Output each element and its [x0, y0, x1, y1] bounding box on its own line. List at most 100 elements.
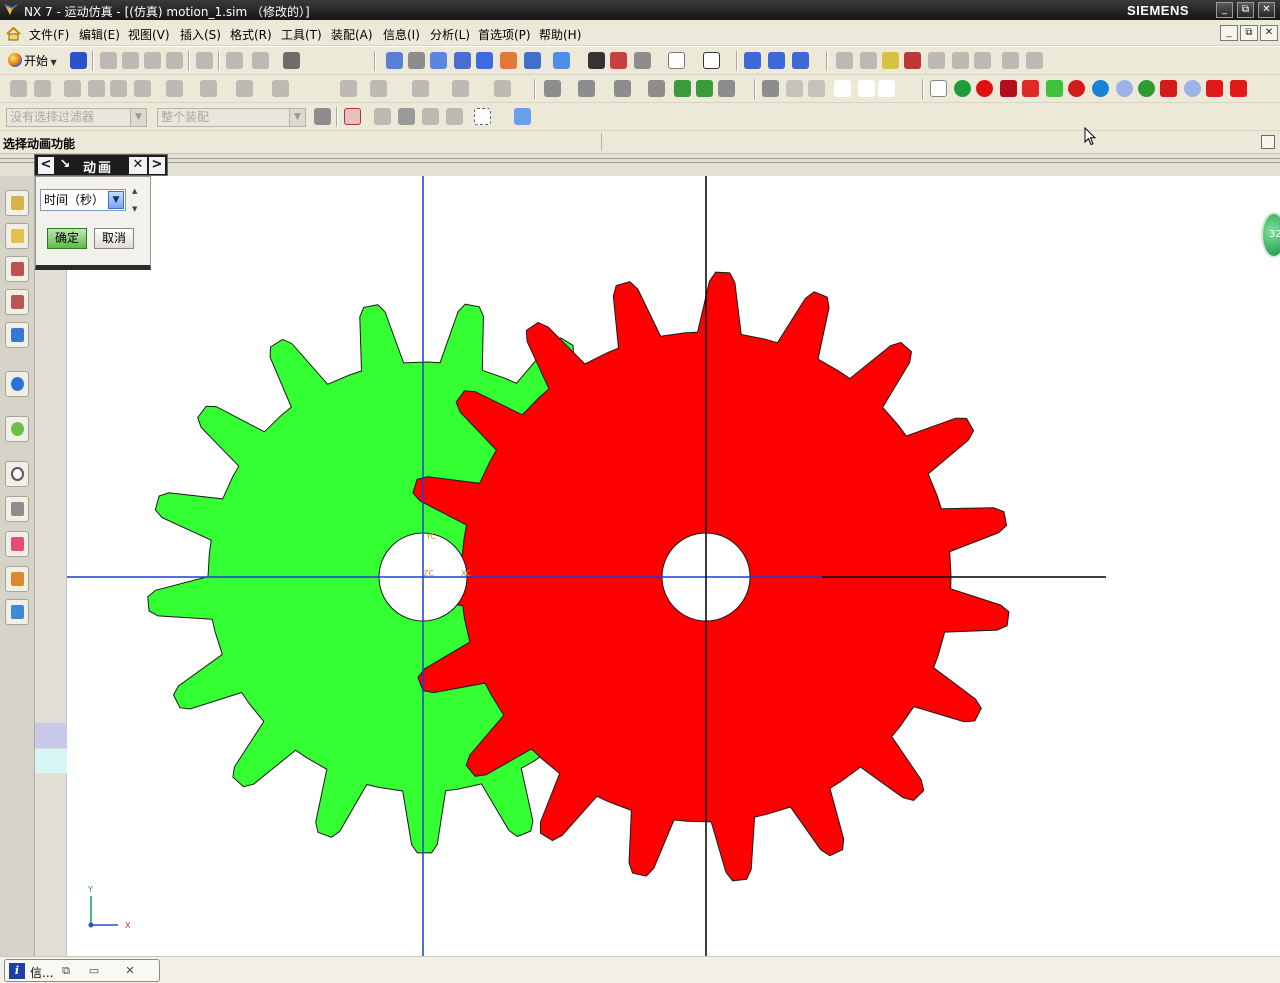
quadrant-point-icon[interactable] [974, 52, 991, 69]
paste-icon[interactable] [144, 52, 161, 69]
menu-edit[interactable]: 编辑(E) [79, 26, 120, 43]
resbar-assembly-navigator[interactable] [5, 223, 29, 249]
select-curve-icon[interactable] [422, 108, 439, 125]
resbar-manufacturing-wizard[interactable] [5, 531, 29, 557]
step-back-icon[interactable] [674, 80, 691, 97]
cone-gear-icon[interactable] [1160, 80, 1177, 97]
solve-icon[interactable] [578, 80, 595, 97]
mid-point-icon[interactable] [882, 52, 899, 69]
driver-icon[interactable] [412, 80, 429, 97]
menu-information[interactable]: 信息(I) [383, 26, 420, 43]
dialog-close-icon[interactable]: ✕ [129, 157, 147, 174]
rack-icon[interactable] [1046, 80, 1063, 97]
menu-format[interactable]: 格式(R) [230, 26, 272, 43]
dialog-back-icon[interactable]: < [38, 157, 54, 174]
joint-icon[interactable] [110, 80, 127, 97]
coupler-icon[interactable] [134, 80, 151, 97]
menu-analysis[interactable]: 分析(L) [430, 26, 470, 43]
cancel-button[interactable]: 取消 [94, 228, 134, 249]
resbar-web-browser[interactable] [5, 371, 29, 397]
connector-icon[interactable] [166, 80, 183, 97]
loop-icon[interactable] [718, 80, 735, 97]
marker-icon[interactable] [236, 80, 253, 97]
wcs-orient-icon[interactable] [792, 52, 809, 69]
scroll-down-icon[interactable]: ▼ [132, 205, 137, 213]
dialog-forward-icon[interactable]: > [149, 157, 165, 174]
resbar-constraint-navigator[interactable] [5, 256, 29, 282]
menu-help[interactable]: 帮助(H) [539, 26, 581, 43]
menu-assembly[interactable]: 装配(A) [331, 26, 373, 43]
save-icon[interactable] [70, 52, 87, 69]
wcs-origin-icon[interactable] [744, 52, 761, 69]
floating-badge[interactable]: 32 [1261, 212, 1280, 258]
menu-file[interactable]: 文件(F) [29, 26, 69, 43]
scroll-up-icon[interactable]: ▲ [132, 187, 137, 195]
contact-icon[interactable] [340, 80, 357, 97]
fast-forward-icon[interactable] [878, 80, 895, 97]
home-icon[interactable] [5, 25, 22, 42]
snap-mode-icon[interactable] [344, 108, 361, 125]
measure-angle-icon[interactable] [1026, 52, 1043, 69]
zoom-icon[interactable] [430, 52, 447, 69]
select-body-icon[interactable] [398, 108, 415, 125]
delete-icon[interactable] [166, 52, 183, 69]
zoom-in-out-icon[interactable] [454, 52, 471, 69]
play-icon[interactable] [834, 80, 851, 97]
outline-gear-icon[interactable] [1184, 80, 1201, 97]
end-point-icon[interactable] [860, 52, 877, 69]
step-forward-icon[interactable] [696, 80, 713, 97]
ring-icon[interactable] [1068, 80, 1085, 97]
doc-minimize-button[interactable]: _ [1220, 25, 1238, 41]
menu-view[interactable]: 视图(V) [128, 26, 170, 43]
animation-mode-select[interactable]: 时间（秒） ▼ [40, 189, 126, 211]
resbar-roles[interactable] [5, 566, 29, 592]
control-point-icon[interactable] [904, 52, 921, 69]
fit-view-icon[interactable] [386, 52, 403, 69]
cam-icon[interactable] [1022, 80, 1039, 97]
repeat-command-icon[interactable] [226, 52, 243, 69]
rectangle-select-icon[interactable] [474, 108, 491, 125]
background-icon[interactable] [588, 52, 605, 69]
tab-maximize-icon[interactable]: ▭ [85, 963, 103, 978]
function-manager-icon[interactable] [64, 80, 81, 97]
gear-red-icon[interactable] [976, 80, 993, 97]
gear-red-3-icon[interactable] [1230, 80, 1247, 97]
intersection-point-icon[interactable] [928, 52, 945, 69]
white-background-icon[interactable] [703, 52, 720, 69]
resbar-palettes[interactable] [5, 416, 29, 442]
gear-tool-icon[interactable] [954, 80, 971, 97]
arc-center-icon[interactable] [952, 52, 969, 69]
doc-close-button[interactable]: ✕ [1260, 25, 1278, 41]
step-play-icon[interactable] [858, 80, 875, 97]
reset-filter-icon[interactable] [314, 108, 331, 125]
bearing-icon[interactable] [1092, 80, 1109, 97]
resbar-reuse-library[interactable] [5, 322, 29, 348]
snap-point-icon[interactable] [836, 52, 853, 69]
copy-icon[interactable] [122, 52, 139, 69]
trace-icon[interactable] [494, 80, 511, 97]
step-backward-icon[interactable] [808, 80, 825, 97]
menu-insert[interactable]: 插入(S) [180, 26, 221, 43]
information-window-tab[interactable]: i 信... ⧉ ▭ ✕ [4, 959, 160, 982]
doc-restore-button[interactable]: ⧉ [1240, 25, 1258, 41]
graphics-window[interactable]: YC ZC XC Y X [67, 176, 1280, 956]
star-gear-icon[interactable] [1138, 80, 1155, 97]
minimize-button[interactable]: _ [1216, 2, 1233, 18]
dialog-collapse-icon[interactable]: ↘ [57, 157, 73, 174]
orient-view-icon[interactable] [668, 52, 685, 69]
selection-scope-select[interactable]: 整个装配 ▼ [157, 108, 306, 127]
dashed-gear-icon[interactable] [1116, 80, 1133, 97]
resbar-history[interactable] [5, 461, 29, 487]
finish-animation-icon[interactable] [762, 80, 779, 97]
tab-restore-icon[interactable]: ⧉ [57, 963, 75, 978]
constraint-icon[interactable] [370, 80, 387, 97]
link-icon[interactable] [88, 80, 105, 97]
undo-icon[interactable] [196, 52, 213, 69]
load-icon[interactable] [272, 80, 289, 97]
resbar-motion-navigator[interactable] [5, 190, 29, 216]
interference-icon[interactable] [452, 80, 469, 97]
clipping-icon[interactable] [610, 52, 627, 69]
type-filter-select[interactable]: 没有选择过滤器 ▼ [6, 108, 147, 127]
pan-icon[interactable] [500, 52, 517, 69]
window-display-icon[interactable] [283, 52, 300, 69]
